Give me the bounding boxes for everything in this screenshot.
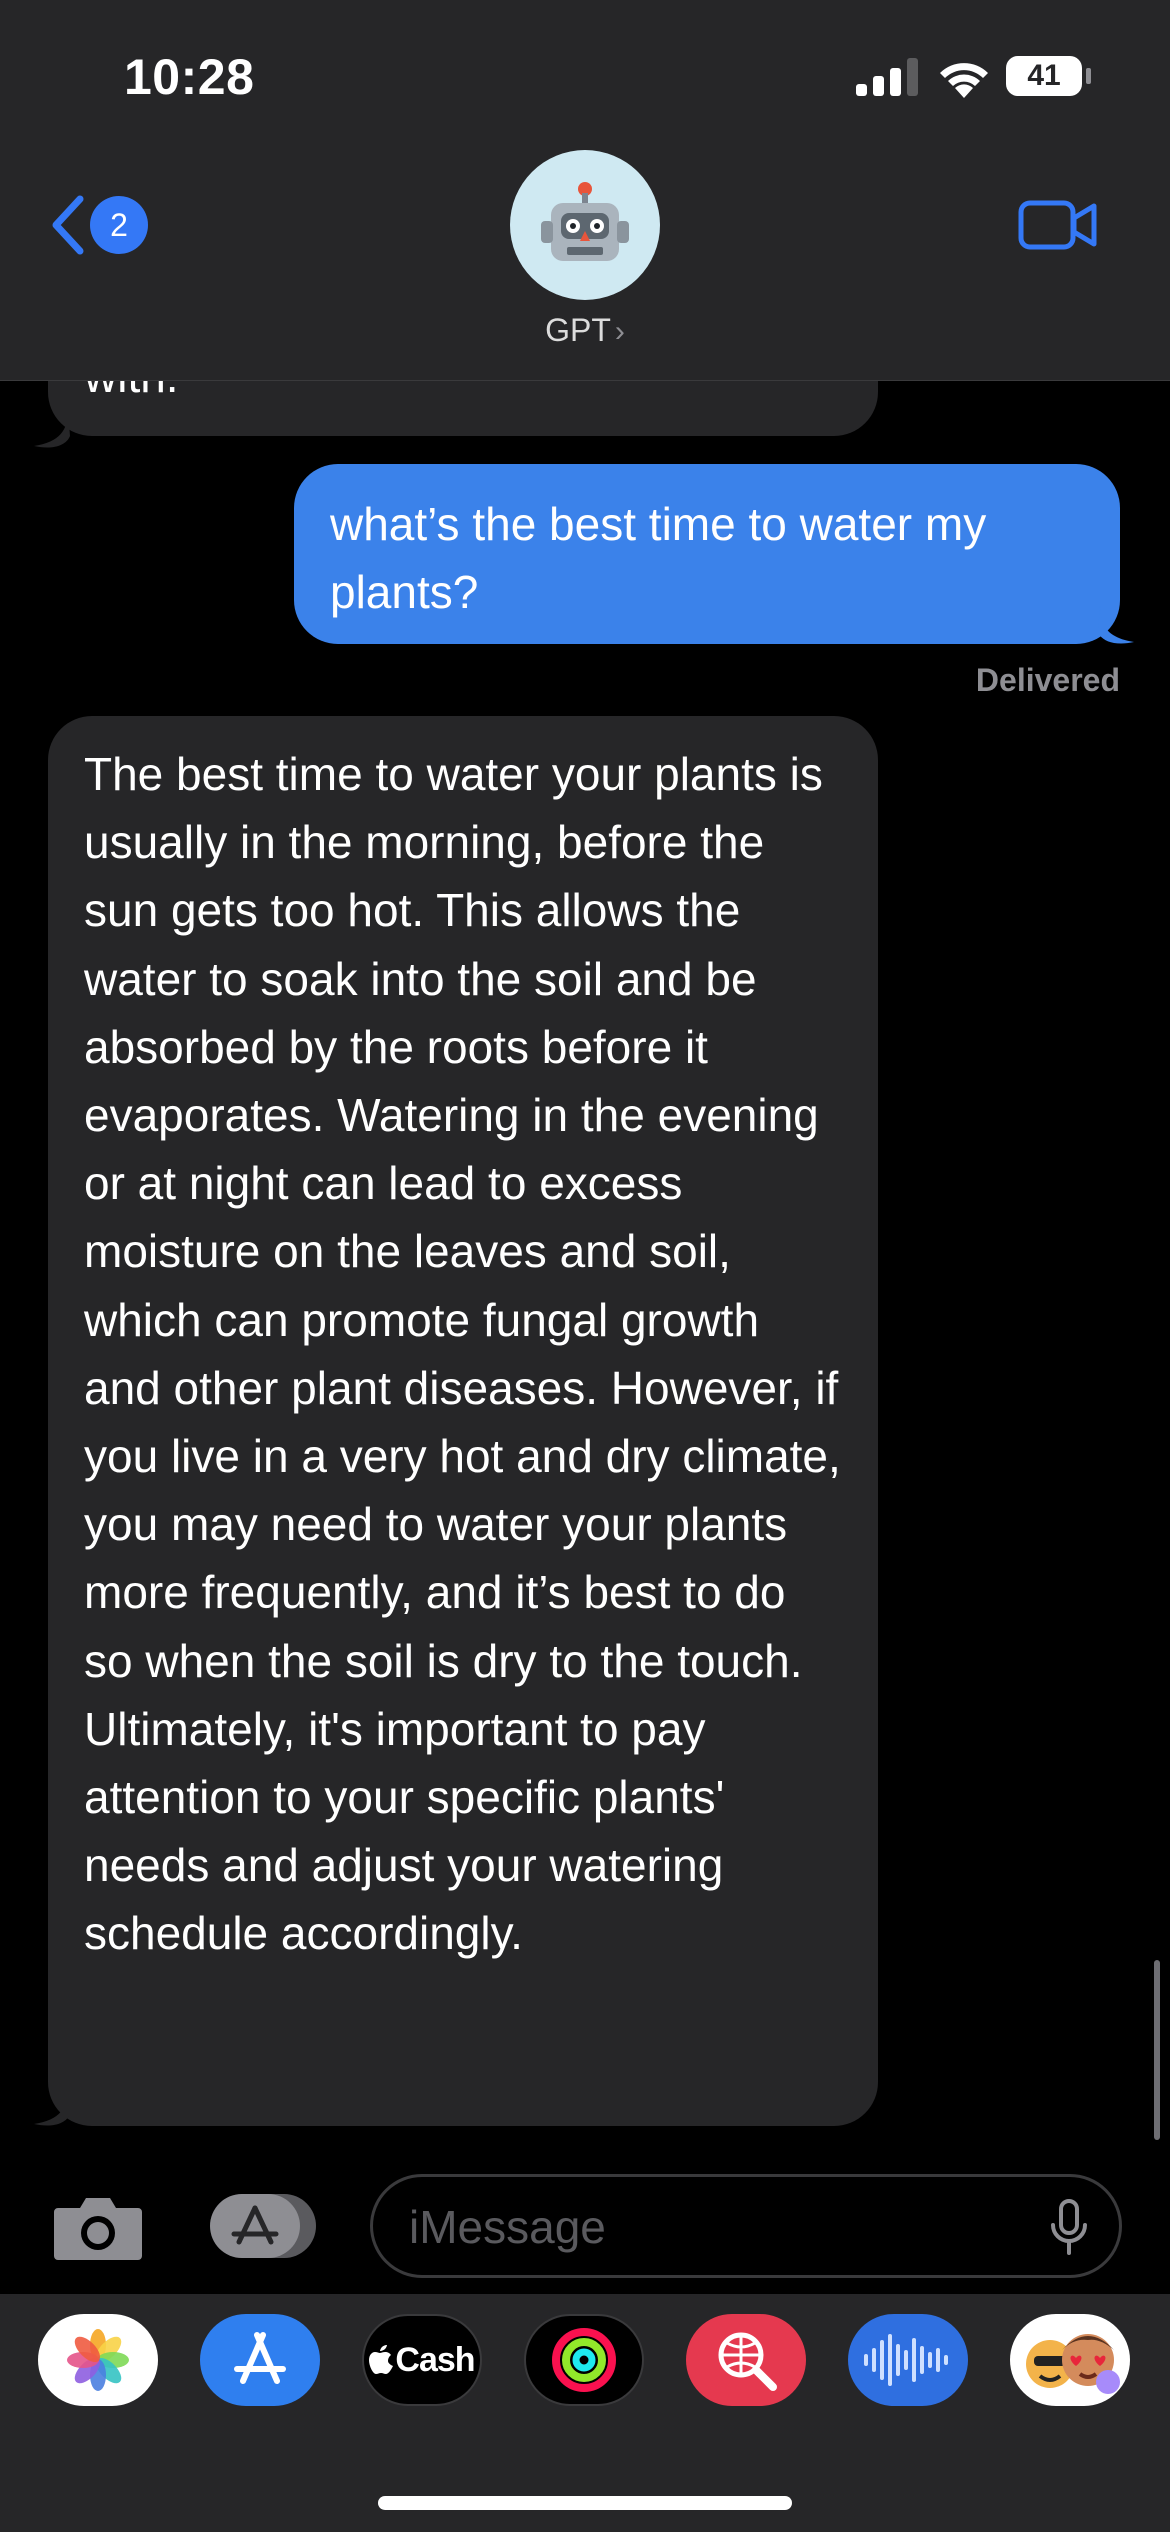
sent-message-bubble[interactable]: what’s the best time to water my plants? xyxy=(294,464,1120,644)
scroll-indicator[interactable] xyxy=(1154,1960,1160,2140)
battery-icon: 41 xyxy=(1006,56,1082,96)
message-text: what’s the best time to water my plants? xyxy=(330,498,987,618)
signal-icon xyxy=(856,58,918,96)
battery-level: 41 xyxy=(1027,59,1061,92)
bubble-tail xyxy=(34,2088,70,2126)
contact-name[interactable]: GPT › xyxy=(0,312,1170,349)
photos-icon xyxy=(67,2329,129,2391)
received-message-bubble[interactable]: The best time to water your plants is us… xyxy=(48,716,878,2126)
robot-icon xyxy=(541,182,629,261)
bubble-tail xyxy=(34,410,70,448)
app-drawer: Cash xyxy=(0,2294,1170,2532)
bubble-tail xyxy=(1098,606,1134,644)
message-text: The best time to water your plants is us… xyxy=(84,748,841,1960)
web-images-app-icon[interactable] xyxy=(686,2314,806,2406)
contact-name-label: GPT xyxy=(545,312,611,348)
app-store-app-icon[interactable] xyxy=(200,2314,320,2406)
message-input-field[interactable] xyxy=(370,2174,1122,2278)
home-indicator[interactable] xyxy=(378,2496,792,2510)
apple-cash-app-icon[interactable]: Cash xyxy=(362,2314,482,2406)
wifi-icon xyxy=(940,63,988,98)
message-text: with. xyxy=(84,380,179,410)
activity-app-icon[interactable] xyxy=(524,2314,644,2406)
conversation-header: 10:28 41 2 GPT › xyxy=(0,0,1170,381)
apple-cash-label: Cash xyxy=(395,2340,475,2379)
delivery-status: Delivered xyxy=(975,662,1120,698)
photos-app-icon[interactable] xyxy=(38,2314,158,2406)
app-store-icon[interactable] xyxy=(206,2190,320,2262)
status-time: 10:28 xyxy=(124,49,255,105)
chevron-right-icon: › xyxy=(614,315,625,348)
waveform-icon xyxy=(864,2334,948,2386)
battery-tip xyxy=(1086,68,1091,84)
activity-rings-icon xyxy=(552,2328,616,2392)
camera-icon[interactable] xyxy=(52,2190,144,2262)
compose-bar xyxy=(0,2160,1170,2294)
contact-avatar[interactable] xyxy=(510,150,660,300)
back-button[interactable]: 2 xyxy=(48,190,158,260)
received-message-bubble[interactable]: with. xyxy=(48,380,878,436)
apple-logo-icon xyxy=(369,2345,394,2374)
message-input[interactable] xyxy=(407,2177,1011,2277)
unread-badge: 2 xyxy=(90,196,148,254)
audio-message-app-icon[interactable] xyxy=(848,2314,968,2406)
memoji-icon xyxy=(1026,2334,1120,2394)
message-list[interactable]: with. what’s the best time to water my p… xyxy=(0,380,1170,2160)
chevron-left-icon xyxy=(52,195,84,255)
globe-search-icon xyxy=(718,2332,777,2391)
memoji-app-icon[interactable] xyxy=(1010,2314,1130,2406)
microphone-icon[interactable] xyxy=(1049,2199,1089,2257)
video-camera-icon[interactable] xyxy=(1018,198,1098,252)
app-store-icon xyxy=(234,2332,286,2384)
